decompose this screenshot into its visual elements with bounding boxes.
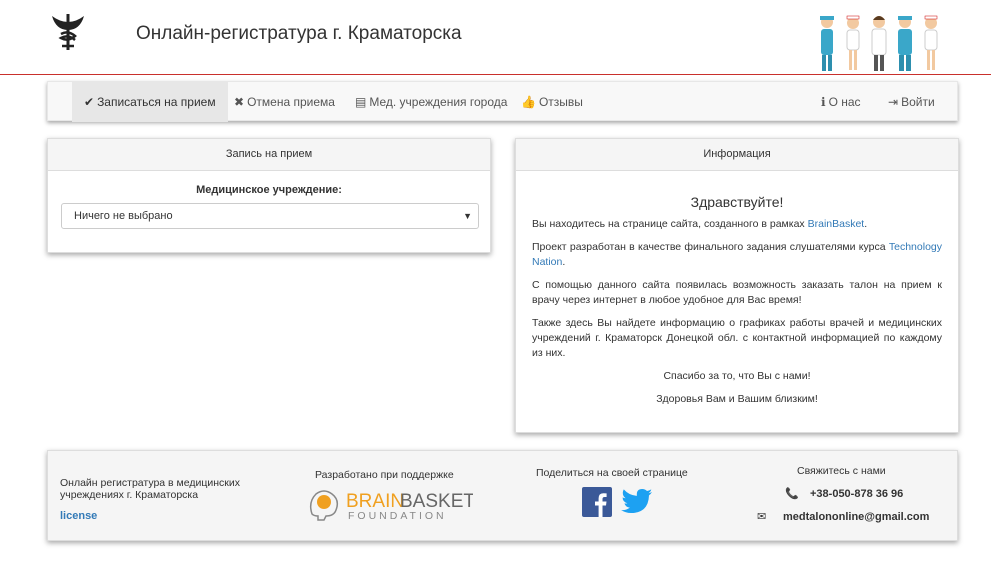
paragraph-end: .	[864, 218, 868, 230]
check-icon: ✔	[84, 95, 95, 109]
site-footer: Онлайн регистратура в медицинских учрежд…	[47, 450, 958, 541]
footer-about: Онлайн регистратура в медицинских учрежд…	[60, 477, 241, 501]
paragraph-text: Вы находитесь на странице сайта, созданн…	[532, 218, 808, 230]
info-body: Здравствуйте! Вы находитесь на странице …	[516, 195, 958, 407]
info-icon: ℹ	[821, 95, 826, 109]
info-paragraph: Также здесь Вы найдете информацию о граф…	[532, 317, 942, 359]
paragraph-end: .	[562, 256, 566, 268]
wishes-text: Здоровья Вам и Вашим близким!	[656, 393, 818, 405]
caret-down-icon: ▼	[463, 211, 472, 221]
brand-basket: BASKET	[400, 491, 473, 512]
list-icon: ▤	[355, 95, 367, 109]
nav-label: Отзывы	[538, 95, 583, 109]
info-paragraph: Вы находитесь на странице сайта, созданн…	[532, 217, 942, 232]
twitter-icon[interactable]	[621, 487, 653, 517]
medical-staff-illustration	[820, 15, 938, 71]
facility-select[interactable]: Ничего не выбрано ▼	[61, 203, 479, 229]
brainbasket-link[interactable]: BrainBasket	[808, 218, 865, 230]
nav-label: Записаться на прием	[97, 95, 216, 109]
nav-label: Войти	[901, 95, 935, 109]
paragraph-text: Проект разработан в качестве финального …	[532, 241, 889, 253]
phone-icon: 📞	[785, 488, 799, 500]
contact-title: Свяжитесь с нами	[797, 465, 886, 477]
license-link[interactable]: license	[60, 510, 97, 522]
close-icon: ✖	[234, 95, 245, 109]
thanks-text: Спасибо за то, что Вы с нами!	[663, 370, 811, 382]
support-title: Разработано при поддержке	[315, 469, 454, 481]
brainbasket-logo[interactable]: BRAIN BASKET FOUNDATION	[308, 486, 473, 522]
nav-login[interactable]: ⇥ Войти	[876, 82, 947, 122]
medical-logo-icon[interactable]	[46, 8, 90, 52]
share-title: Поделиться на своей странице	[536, 467, 688, 479]
nav-about[interactable]: ℹО нас	[809, 82, 873, 122]
panel-heading: Запись на прием	[48, 139, 490, 171]
envelope-icon: ✉	[757, 511, 767, 523]
facebook-icon[interactable]	[582, 487, 612, 517]
info-paragraph: Проект разработан в качестве финального …	[532, 240, 942, 270]
nav-reviews[interactable]: 👍 Отзывы	[509, 82, 595, 122]
site-header: Онлайн-регистратура г. Краматорска	[0, 0, 991, 75]
panel-heading: Информация	[516, 139, 958, 171]
info-panel: Информация Здравствуйте! Вы находитесь н…	[515, 138, 959, 433]
login-icon: ⇥	[888, 95, 899, 109]
appointment-panel: Запись на прием Медицинское учреждение: …	[47, 138, 491, 253]
contact-email[interactable]: medtalononline@gmail.com	[783, 511, 929, 523]
greeting: Здравствуйте!	[690, 194, 784, 210]
nav-label: Мед. учреждения города	[369, 95, 508, 109]
nav-cancel-appointment[interactable]: ✖ Отмена приема	[222, 82, 347, 122]
select-value: Ничего не выбрано	[74, 210, 173, 222]
brand-brain: BRAIN	[346, 491, 404, 512]
nav-label: О нас	[828, 95, 861, 109]
nav-label: Отмена приема	[247, 95, 335, 109]
site-title: Онлайн-регистратура г. Краматорска	[136, 23, 462, 44]
nav-medical-facilities[interactable]: ▤ Мед. учреждения города	[343, 82, 519, 122]
brand-sub: FOUNDATION	[348, 510, 447, 522]
contact-phone[interactable]: +38-050-878 36 96	[810, 488, 903, 500]
nav-book-appointment[interactable]: ✔ Записаться на прием	[72, 82, 228, 122]
info-paragraph: С помощью данного сайта появилась возмож…	[532, 279, 942, 306]
facility-label: Медицинское учреждение:	[196, 184, 342, 196]
main-navbar: ✔ Записаться на прием ✖ Отмена приема ▤ Мед…	[47, 81, 958, 122]
thumbs-up-icon: 👍	[521, 95, 536, 109]
